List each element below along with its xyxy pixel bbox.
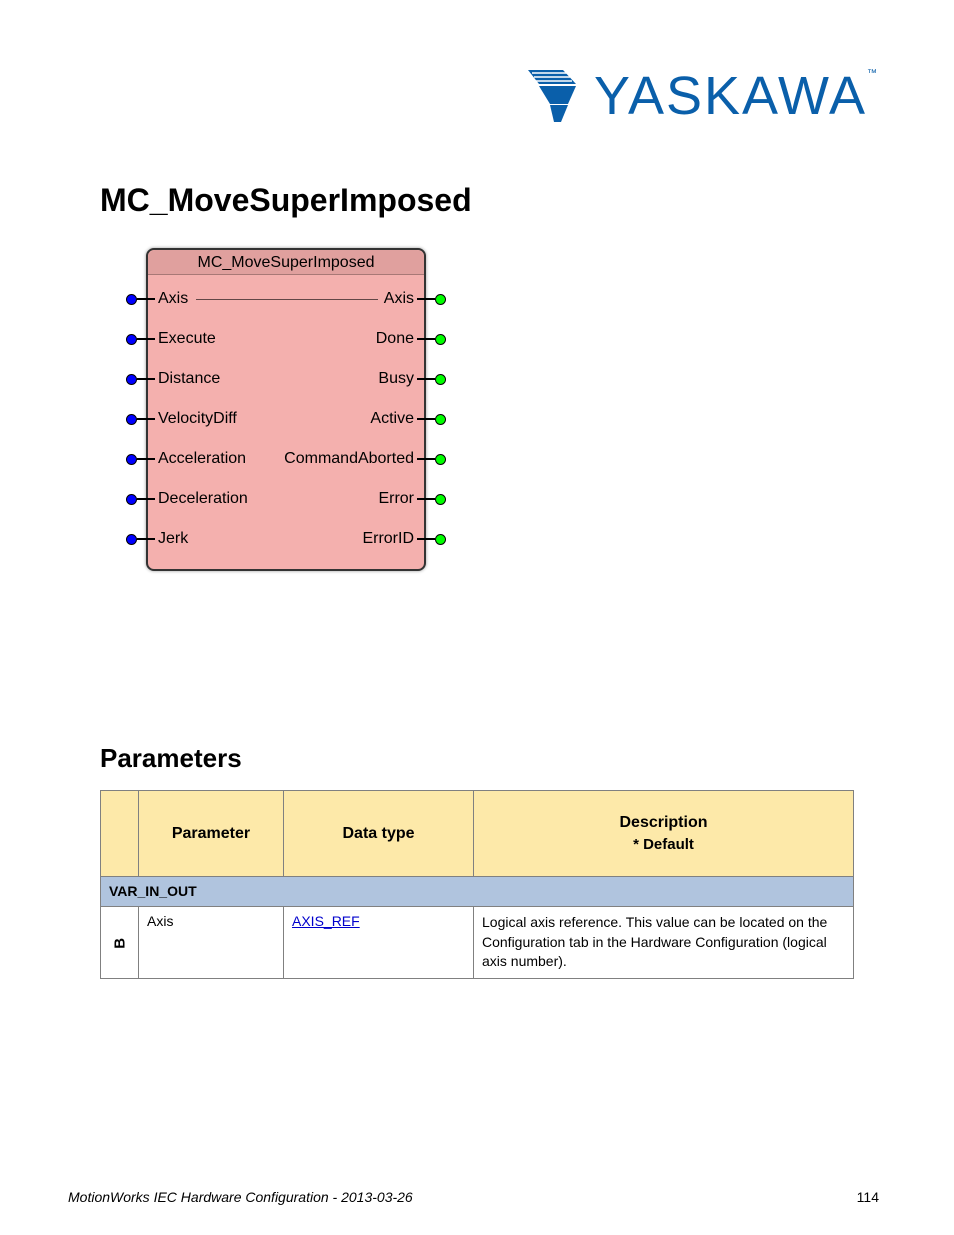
input-dot-icon <box>126 414 137 425</box>
parameters-heading: Parameters <box>100 743 242 774</box>
fb-input-label: Axis <box>156 290 188 308</box>
description-cell: Logical axis reference. This value can b… <box>474 907 854 979</box>
output-pin <box>416 334 446 345</box>
brand-logo: YASKAWA™ <box>528 68 879 123</box>
output-pin <box>416 494 446 505</box>
fb-output-label: Busy <box>378 370 416 388</box>
output-dot-icon <box>435 454 446 465</box>
input-dot-icon <box>126 534 137 545</box>
output-pin <box>416 294 446 305</box>
fb-output-label: CommandAborted <box>284 450 416 468</box>
table-header-parameter: Parameter <box>139 791 284 877</box>
var-in-out-row: VAR_IN_OUT <box>101 877 854 907</box>
output-dot-icon <box>435 374 446 385</box>
page-title: MC_MoveSuperImposed <box>100 182 472 219</box>
fb-title: MC_MoveSuperImposed <box>148 250 424 275</box>
fb-input-label: VelocityDiff <box>156 410 237 428</box>
fb-output-label: Done <box>376 330 416 348</box>
logo-mark-icon <box>528 68 588 123</box>
output-pin <box>416 414 446 425</box>
table-header-data-type: Data type <box>284 791 474 877</box>
input-pin <box>126 294 156 305</box>
fb-input-label: Acceleration <box>156 450 246 468</box>
output-pin <box>416 534 446 545</box>
input-pin <box>126 374 156 385</box>
axis-ref-link[interactable]: AXIS_REF <box>292 913 360 929</box>
io-direction-cell: B <box>101 907 139 979</box>
output-dot-icon <box>435 414 446 425</box>
output-dot-icon <box>435 494 446 505</box>
output-pin <box>416 374 446 385</box>
fb-input-label: Deceleration <box>156 490 248 508</box>
input-pin <box>126 334 156 345</box>
footer-brand: MotionWorks IEC Hardware Configuration -… <box>68 1189 413 1205</box>
fb-input-label: Jerk <box>156 530 188 548</box>
input-pin <box>126 534 156 545</box>
parameters-table: Parameter Data type Description * Defaul… <box>100 790 854 979</box>
logo-text: YASKAWA™ <box>594 69 879 123</box>
input-dot-icon <box>126 294 137 305</box>
input-dot-icon <box>126 494 137 505</box>
function-block-diagram: MC_MoveSuperImposed Axis Axis Execute Do… <box>125 248 447 571</box>
fb-output-label: Active <box>370 410 416 428</box>
input-dot-icon <box>126 374 137 385</box>
footer-page-number: 114 <box>857 1189 879 1205</box>
output-pin <box>416 454 446 465</box>
table-header-description: Description * Default <box>474 791 854 877</box>
fb-output-label: ErrorID <box>362 530 416 548</box>
fb-output-label: Error <box>378 490 416 508</box>
fb-input-label: Execute <box>156 330 216 348</box>
parameter-cell: Axis <box>139 907 284 979</box>
table-header-io <box>101 791 139 877</box>
output-dot-icon <box>435 334 446 345</box>
input-dot-icon <box>126 454 137 465</box>
output-dot-icon <box>435 294 446 305</box>
fb-output-label: Axis <box>384 290 416 308</box>
output-dot-icon <box>435 534 446 545</box>
input-dot-icon <box>126 334 137 345</box>
input-pin <box>126 494 156 505</box>
input-pin <box>126 414 156 425</box>
fb-input-label: Distance <box>156 370 220 388</box>
data-type-cell: AXIS_REF <box>284 907 474 979</box>
input-pin <box>126 454 156 465</box>
